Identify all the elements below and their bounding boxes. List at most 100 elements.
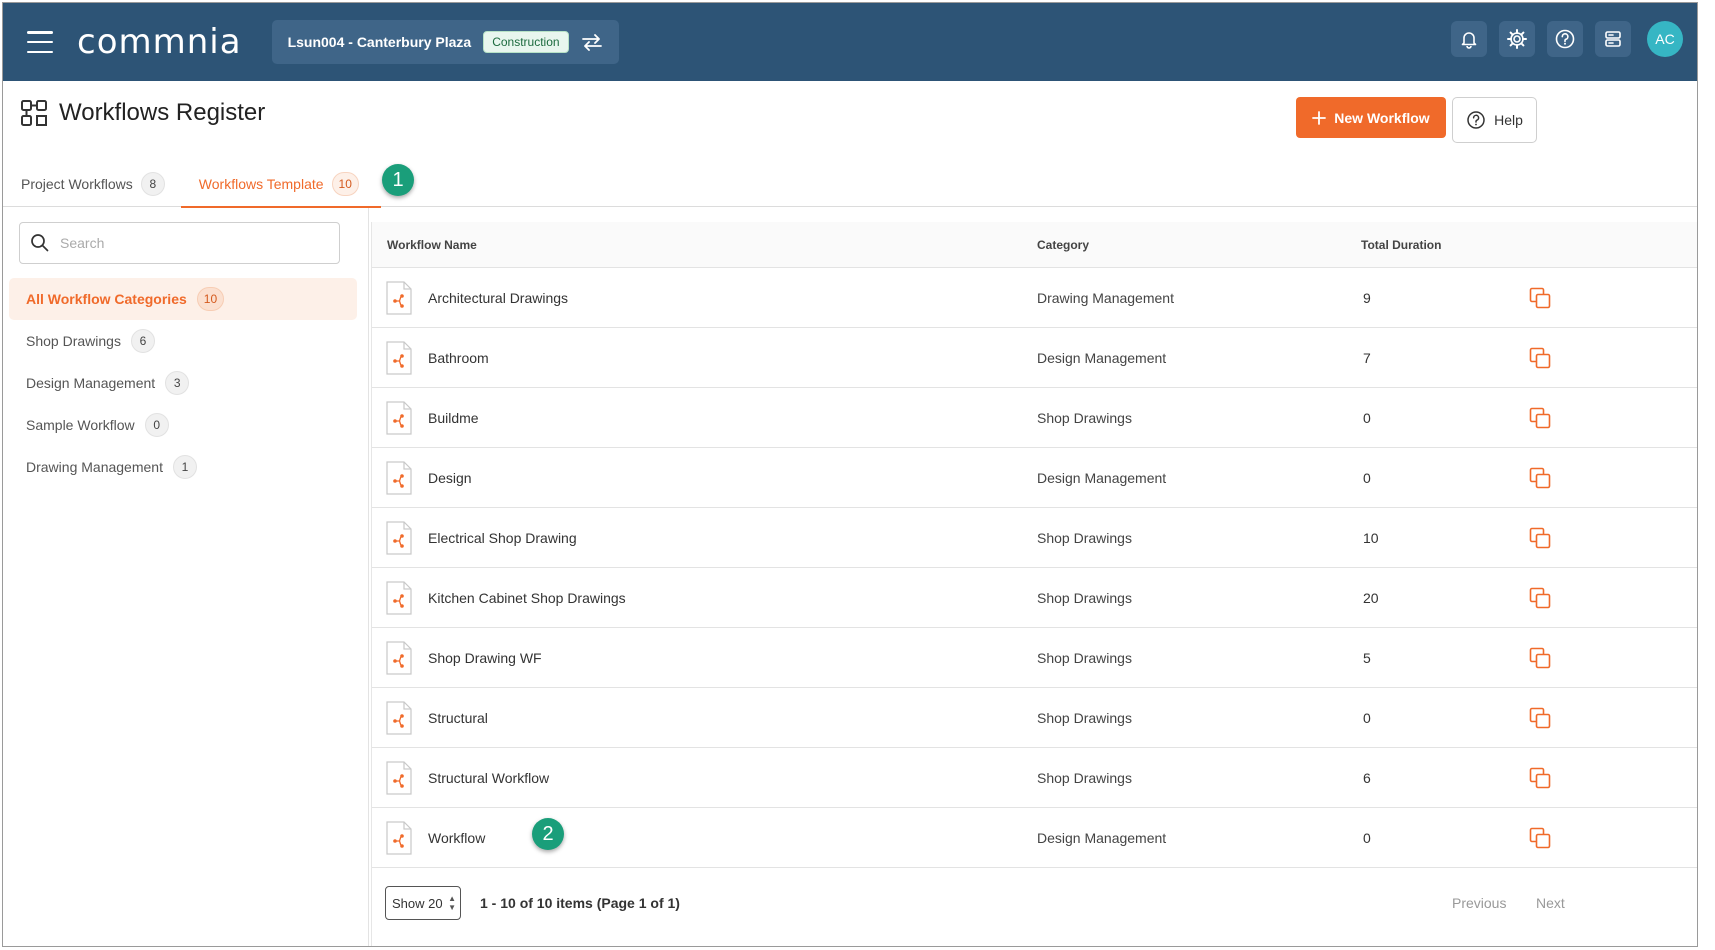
copy-icon[interactable] — [1528, 406, 1552, 430]
logo-text: commnia — [77, 22, 242, 62]
tab-label: Workflows Template — [198, 176, 324, 192]
workflow-duration: 0 — [1363, 469, 1371, 486]
workflow-name[interactable]: Kitchen Cabinet Shop Drawings — [428, 590, 626, 606]
table-row[interactable]: Architectural Drawings Drawing Management… — [372, 268, 1697, 328]
workflow-category: Shop Drawings — [1037, 529, 1132, 546]
table-row[interactable]: Structural Shop Drawings 0 — [372, 688, 1697, 748]
category-item-drawing-management[interactable]: Drawing Management 1 — [9, 446, 357, 488]
help-label: Help — [1494, 112, 1523, 128]
annotation-marker-2: 2 — [532, 818, 564, 850]
user-avatar[interactable]: AC — [1647, 21, 1683, 57]
category-item-all[interactable]: All Workflow Categories 10 — [9, 278, 357, 320]
workflow-duration: 9 — [1363, 289, 1371, 306]
pagination-info: 1 - 10 of 10 items (Page 1 of 1) — [480, 895, 680, 911]
plus-icon — [1312, 110, 1327, 125]
copy-icon[interactable] — [1528, 586, 1552, 610]
workflow-duration: 0 — [1363, 409, 1371, 426]
category-count: 3 — [165, 371, 190, 395]
workflow-document-icon — [386, 700, 412, 735]
workflow-document-icon — [386, 760, 412, 795]
table-row[interactable]: Buildme Shop Drawings 0 — [372, 388, 1697, 448]
copy-icon[interactable] — [1528, 706, 1552, 730]
column-header-workflow-name[interactable]: Workflow Name — [387, 238, 477, 252]
top-right-actions: AC — [1451, 21, 1683, 57]
table-row[interactable]: Workflow Design Management 0 — [372, 808, 1697, 868]
storage-button[interactable] — [1595, 21, 1631, 57]
copy-icon[interactable] — [1528, 766, 1552, 790]
tab-project-workflows[interactable]: Project Workflows 8 — [17, 161, 169, 207]
table-row[interactable]: Bathroom Design Management 7 — [372, 328, 1697, 388]
updown-arrows-icon: ▲ ▼ — [448, 894, 456, 912]
help-center-button[interactable] — [1547, 21, 1583, 57]
category-count: 6 — [130, 329, 155, 353]
new-workflow-button[interactable]: New Workflow — [1296, 97, 1446, 138]
workflow-document-icon — [386, 640, 412, 675]
workflow-category: Shop Drawings — [1037, 649, 1132, 666]
workflow-duration: 5 — [1363, 649, 1371, 666]
workflow-name[interactable]: Workflow — [428, 830, 485, 846]
search-field[interactable] — [19, 222, 340, 264]
annotation-marker-1: 1 — [382, 164, 414, 196]
workflow-category: Shop Drawings — [1037, 709, 1132, 726]
column-header-total-duration[interactable]: Total Duration — [1361, 238, 1441, 252]
copy-icon[interactable] — [1528, 466, 1552, 490]
category-label: All Workflow Categories — [26, 291, 187, 307]
table-row[interactable]: Structural Workflow Shop Drawings 6 — [372, 748, 1697, 808]
workflow-name[interactable]: Bathroom — [428, 350, 489, 366]
page-size-select[interactable]: Show 20 ▲ ▼ — [385, 886, 461, 920]
workflow-document-icon — [386, 280, 412, 315]
category-count: 10 — [196, 287, 225, 311]
table-header: Workflow Name Category Total Duration — [372, 222, 1697, 268]
category-item-shop-drawings[interactable]: Shop Drawings 6 — [9, 320, 357, 362]
question-circle-icon — [1467, 111, 1485, 129]
previous-page-button[interactable]: Previous — [1452, 895, 1506, 911]
page-header: Workflows Register — [19, 98, 265, 128]
gear-icon — [1507, 29, 1527, 49]
copy-icon[interactable] — [1528, 646, 1552, 670]
app-frame: commnia Lsun004 - Canterbury Plaza Const… — [2, 2, 1698, 947]
copy-icon[interactable] — [1528, 286, 1552, 310]
swap-arrows-icon — [581, 33, 603, 51]
table-body: Architectural Drawings Drawing Management… — [372, 268, 1697, 868]
workflow-name[interactable]: Design — [428, 470, 472, 486]
workflow-duration: 0 — [1363, 709, 1371, 726]
project-name: Lsun004 - Canterbury Plaza — [287, 34, 472, 50]
workflow-register-icon — [21, 100, 47, 126]
workflow-duration: 10 — [1363, 529, 1379, 546]
search-input[interactable] — [60, 235, 320, 251]
workflow-name[interactable]: Buildme — [428, 410, 479, 426]
table-row[interactable]: Shop Drawing WF Shop Drawings 5 — [372, 628, 1697, 688]
workflow-category: Design Management — [1037, 349, 1167, 366]
workflow-category: Shop Drawings — [1037, 769, 1132, 786]
notifications-button[interactable] — [1451, 21, 1487, 57]
category-item-sample-workflow[interactable]: Sample Workflow 0 — [9, 404, 357, 446]
table-row[interactable]: Electrical Shop Drawing Shop Drawings 10 — [372, 508, 1697, 568]
table-row[interactable]: Kitchen Cabinet Shop Drawings Shop Drawin… — [372, 568, 1697, 628]
project-switcher[interactable]: Lsun004 - Canterbury Plaza Construction — [271, 20, 619, 64]
workflow-tabs: Project Workflows 8 Workflows Template 1… — [3, 161, 1697, 208]
search-icon — [31, 234, 49, 252]
next-page-button[interactable]: Next — [1536, 895, 1565, 911]
category-item-design-management[interactable]: Design Management 3 — [9, 362, 357, 404]
hamburger-menu-icon[interactable] — [27, 31, 53, 53]
workflow-name[interactable]: Electrical Shop Drawing — [428, 530, 577, 546]
workflow-name[interactable]: Structural Workflow — [428, 770, 549, 786]
copy-icon[interactable] — [1528, 826, 1552, 850]
app-logo[interactable]: commnia — [77, 22, 242, 62]
table-footer: Show 20 ▲ ▼ 1 - 10 of 10 items (Page 1 of… — [372, 868, 1697, 940]
workflow-document-icon — [386, 580, 412, 615]
tab-count: 10 — [331, 172, 359, 196]
tab-workflows-template[interactable]: Workflows Template 10 — [180, 161, 382, 208]
help-button[interactable]: Help — [1452, 97, 1537, 143]
column-header-category[interactable]: Category — [1037, 238, 1089, 252]
category-list: All Workflow Categories 10 Shop Drawings… — [9, 278, 357, 488]
workflow-name[interactable]: Architectural Drawings — [428, 290, 568, 306]
copy-icon[interactable] — [1528, 346, 1552, 370]
workflow-name[interactable]: Shop Drawing WF — [428, 650, 542, 666]
category-count: 0 — [144, 413, 169, 437]
workflow-name[interactable]: Structural — [428, 710, 488, 726]
table-row[interactable]: Design Design Management 0 — [372, 448, 1697, 508]
settings-button[interactable] — [1499, 21, 1535, 57]
copy-icon[interactable] — [1528, 526, 1552, 550]
bell-icon — [1461, 32, 1477, 49]
